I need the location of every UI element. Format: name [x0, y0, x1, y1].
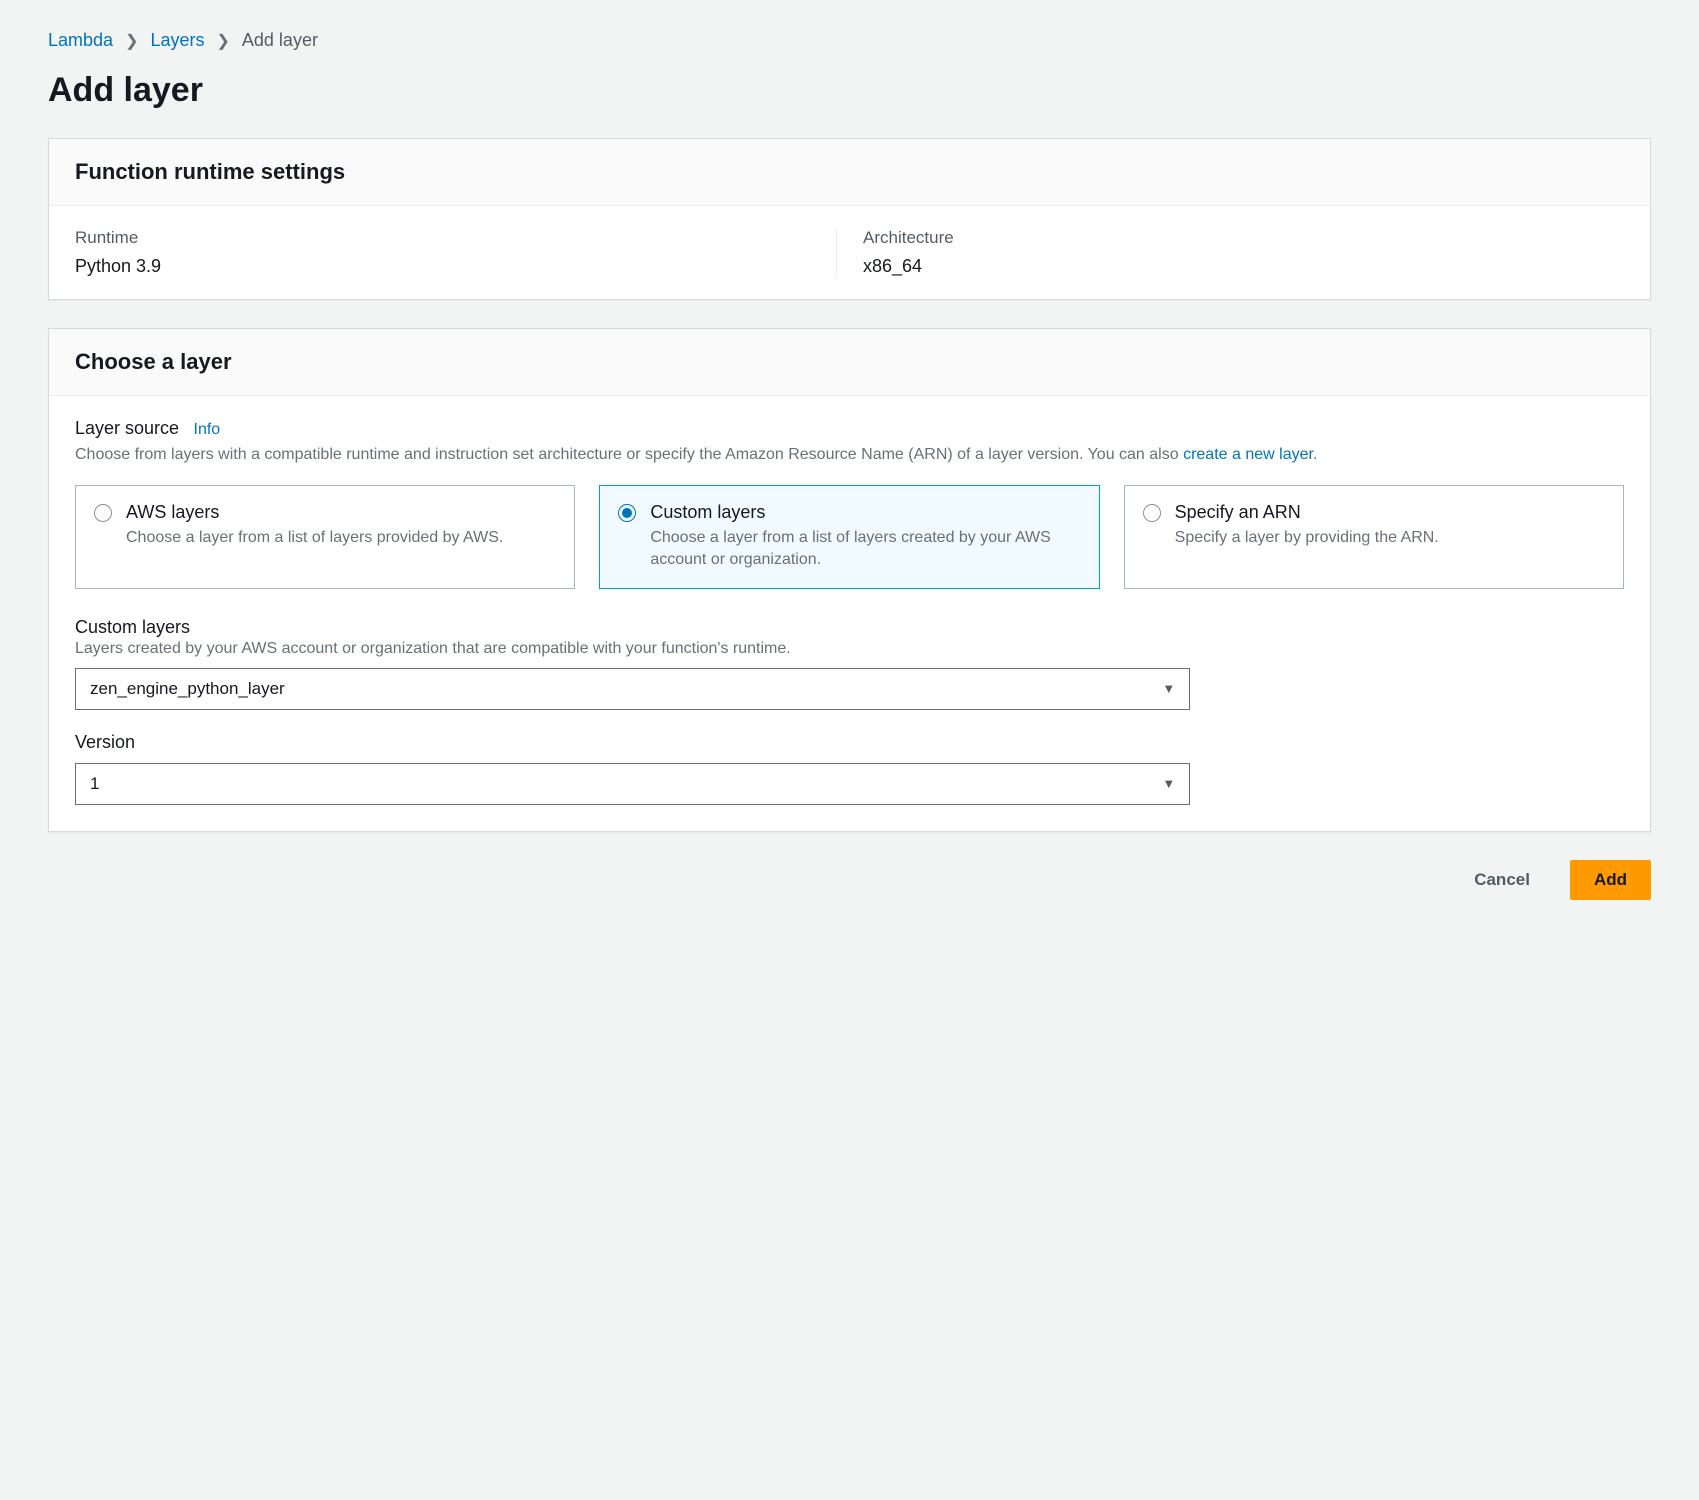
custom-layers-select[interactable]: zen_engine_python_layer ▼ — [75, 668, 1190, 710]
cancel-button[interactable]: Cancel — [1450, 860, 1554, 900]
tile-desc: Choose a layer from a list of layers cre… — [650, 527, 1080, 572]
tile-aws-layers[interactable]: AWS layers Choose a layer from a list of… — [75, 485, 575, 589]
add-button[interactable]: Add — [1570, 860, 1651, 900]
breadcrumb-current: Add layer — [242, 30, 318, 51]
caret-down-icon: ▼ — [1162, 776, 1175, 791]
layer-source-help: Choose from layers with a compatible run… — [75, 443, 1624, 467]
info-link[interactable]: Info — [194, 421, 221, 438]
help-text-post: . — [1313, 446, 1317, 463]
runtime-settings-heading: Function runtime settings — [75, 159, 1624, 185]
layer-source-label: Layer source — [75, 418, 179, 438]
tile-specify-arn[interactable]: Specify an ARN Specify a layer by provid… — [1124, 485, 1624, 589]
choose-layer-heading: Choose a layer — [75, 349, 1624, 375]
help-text-pre: Choose from layers with a compatible run… — [75, 446, 1183, 463]
panel-header: Choose a layer — [49, 329, 1650, 396]
runtime-value: Python 3.9 — [75, 256, 816, 277]
custom-layers-label: Custom layers — [75, 617, 1624, 638]
radio-icon — [94, 504, 112, 522]
tile-title: Specify an ARN — [1175, 502, 1439, 523]
version-select[interactable]: 1 ▼ — [75, 763, 1190, 805]
radio-icon — [1143, 504, 1161, 522]
breadcrumb-lambda[interactable]: Lambda — [48, 30, 113, 51]
breadcrumb-layers[interactable]: Layers — [150, 30, 204, 51]
layer-source-tiles: AWS layers Choose a layer from a list of… — [75, 485, 1624, 589]
tile-desc: Specify a layer by providing the ARN. — [1175, 527, 1439, 549]
tile-title: Custom layers — [650, 502, 1080, 523]
architecture-label: Architecture — [863, 228, 1604, 248]
caret-down-icon: ▼ — [1162, 681, 1175, 696]
chevron-right-icon: ❯ — [125, 31, 138, 51]
choose-layer-panel: Choose a layer Layer source Info Choose … — [48, 328, 1651, 832]
chevron-right-icon: ❯ — [217, 31, 230, 51]
select-value: zen_engine_python_layer — [90, 679, 285, 699]
custom-layers-help: Layers created by your AWS account or or… — [75, 640, 1624, 658]
architecture-value: x86_64 — [863, 256, 1604, 277]
runtime-label: Runtime — [75, 228, 816, 248]
action-row: Cancel Add — [48, 860, 1651, 900]
version-label: Version — [75, 732, 1624, 753]
breadcrumb: Lambda ❯ Layers ❯ Add layer — [48, 30, 1651, 51]
create-new-layer-link[interactable]: create a new layer — [1183, 446, 1313, 463]
panel-header: Function runtime settings — [49, 139, 1650, 206]
tile-desc: Choose a layer from a list of layers pro… — [126, 527, 503, 549]
radio-icon — [618, 504, 636, 522]
runtime-settings-panel: Function runtime settings Runtime Python… — [48, 138, 1651, 300]
select-value: 1 — [90, 774, 99, 794]
page-title: Add layer — [48, 71, 1651, 110]
tile-custom-layers[interactable]: Custom layers Choose a layer from a list… — [599, 485, 1099, 589]
tile-title: AWS layers — [126, 502, 503, 523]
